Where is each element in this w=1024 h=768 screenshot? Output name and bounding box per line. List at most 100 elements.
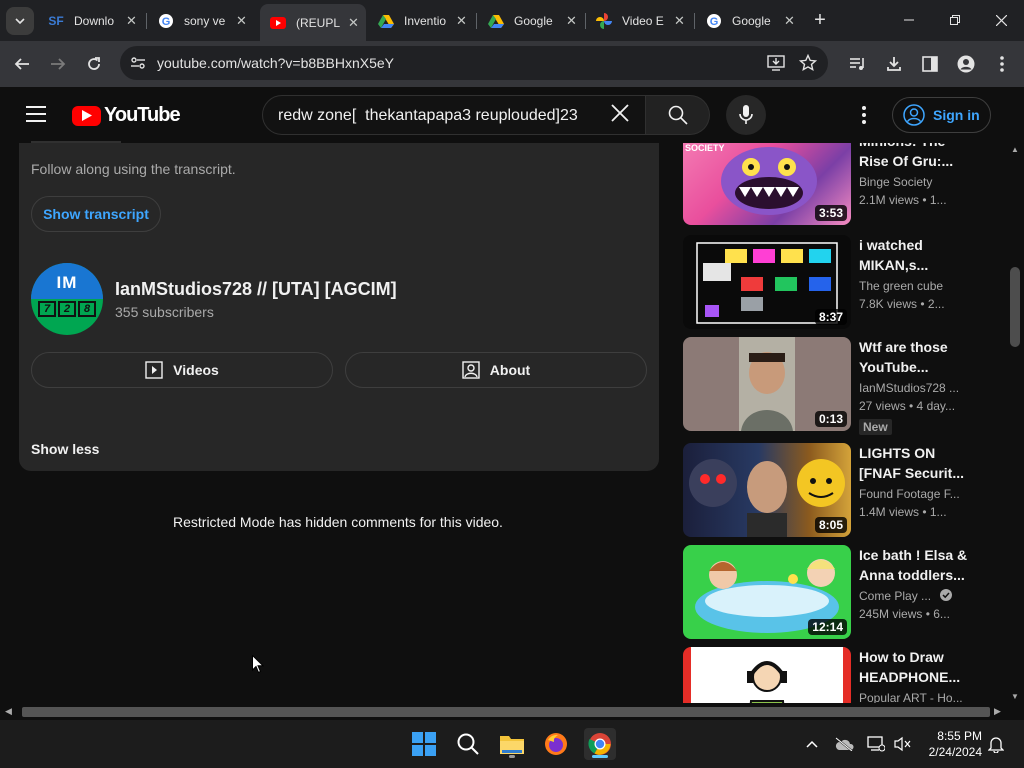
tab-google[interactable]: G Google ✕ [696,6,795,35]
start-button[interactable] [408,728,440,760]
close-icon[interactable]: ✕ [566,13,577,29]
close-icon[interactable]: ✕ [236,13,247,29]
media-controls-button[interactable] [844,50,872,78]
search-button[interactable] [646,95,710,135]
menu-icon[interactable] [26,106,46,122]
search-input[interactable]: redw zone[ thekantapapa3 reuplouded]23 [262,95,646,135]
tab-photos-video[interactable]: Video E ✕ [586,6,685,35]
video-meta: 7.8K views • 2... [859,297,945,311]
youtube-icon [270,15,286,31]
tab-google-search[interactable]: G sony ve ✕ [148,6,247,35]
video-title[interactable]: i watched MIKAN,s... [859,235,971,275]
scroll-down-icon[interactable]: ▼ [1011,692,1019,701]
video-channel[interactable]: IanMStudios728 ... [859,381,959,395]
close-icon[interactable]: ✕ [456,13,467,29]
scrollbar-thumb[interactable] [22,707,990,717]
new-tab-button[interactable]: + [808,8,832,32]
queue-music-icon [850,58,864,70]
video-thumbnail[interactable]: 8:05 [683,443,851,537]
active-indicator [592,755,608,758]
related-video[interactable]: 8:37 i watched MIKAN,s... The green cube… [683,235,983,331]
video-meta: 245M views • 6... [859,607,950,621]
horizontal-scrollbar[interactable]: ◀ ▶ [0,703,1024,720]
related-video[interactable]: SOCIETY 3:53 Minions: The Rise Of Gru:..… [683,143,983,227]
video-channel[interactable]: Binge Society [859,175,932,189]
clear-search-button[interactable] [610,103,630,128]
video-channel[interactable]: Come Play ... [859,589,953,604]
about-button[interactable]: About [345,352,647,388]
show-less-button[interactable]: Show less [31,441,99,457]
profile-button[interactable] [952,50,980,78]
address-bar[interactable]: youtube.com/watch?v=b8BBHxnX5eY [120,46,828,80]
tab-sourceforge[interactable]: SF Downlo ✕ [38,6,137,35]
channel-name[interactable]: IanMStudios728 // [UTA] [AGCIM] [115,279,397,300]
install-app-icon[interactable] [767,55,785,76]
sign-in-button[interactable]: Sign in [892,97,991,133]
video-thumbnail[interactable]: 12:14 [683,545,851,639]
show-transcript-button[interactable]: Show transcript [31,196,161,232]
video-title[interactable]: LIGHTS ON [FNAF Securit... [859,443,971,483]
youtube-wordmark: YouTube [104,104,181,126]
tab-search-button[interactable] [6,7,34,35]
onedrive-icon[interactable] [834,734,854,754]
volume-muted-icon[interactable] [892,734,912,754]
youtube-logo[interactable]: YouTube [72,104,181,127]
scroll-right-icon[interactable]: ▶ [994,706,1001,717]
close-window-button[interactable] [978,0,1024,40]
network-icon[interactable] [866,734,886,754]
reload-button[interactable] [80,50,108,78]
back-button[interactable] [8,50,36,78]
tab-separator [476,13,477,29]
related-video[interactable]: 12:14 Ice bath ! Elsa & Anna toddlers...… [683,545,983,641]
videos-button[interactable]: Videos [31,352,333,388]
side-panel-button[interactable] [916,50,944,78]
clock[interactable]: 8:55 PM 2/24/2024 [922,728,982,760]
notifications-button[interactable] [986,734,1006,754]
video-thumbnail[interactable]: 0:13 [683,337,851,431]
video-thumbnail[interactable]: 8:37 [683,235,851,329]
video-title[interactable]: Minions: The Rise Of Gru:... [859,143,971,171]
close-icon[interactable]: ✕ [784,13,795,29]
forward-button[interactable] [44,50,72,78]
tab-youtube-active[interactable]: (REUPL ✕ [260,4,366,41]
scroll-left-icon[interactable]: ◀ [5,706,12,717]
video-channel[interactable]: Found Footage F... [859,487,960,501]
downloads-button[interactable] [880,50,908,78]
chrome-menu-button[interactable] [988,50,1016,78]
related-video[interactable]: How to Draw HEADPHONE... Popular ART - H… [683,647,983,703]
tab-drive-google[interactable]: Google ✕ [478,6,577,35]
minimize-button[interactable] [886,0,932,40]
close-icon[interactable]: ✕ [674,13,685,29]
scrollbar-thumb[interactable] [1010,267,1020,347]
video-thumbnail[interactable] [683,647,851,703]
bookmark-star-icon[interactable] [798,53,818,77]
chrome-taskbar-button[interactable] [584,728,616,760]
scroll-up-icon[interactable]: ▲ [1011,145,1019,154]
windows-logo-icon [412,732,436,756]
restore-button[interactable] [932,0,978,40]
close-icon[interactable]: ✕ [348,15,359,31]
channel-avatar[interactable]: IM 7 2 8 [31,263,103,335]
video-title[interactable]: Ice bath ! Elsa & Anna toddlers... [859,545,971,585]
clock-date: 2/24/2024 [928,745,982,759]
search-taskbar-button[interactable] [452,728,484,760]
related-video[interactable]: 0:13 Wtf are those YouTube... IanMStudio… [683,337,983,435]
tab-drive-invention[interactable]: Inventio ✕ [368,6,467,35]
file-explorer-button[interactable] [496,728,528,760]
close-icon[interactable]: ✕ [126,13,137,29]
voice-search-button[interactable] [726,95,766,135]
browser-tab-strip: SF Downlo ✕ G sony ve ✕ (REUPL ✕ Inventi… [0,0,1024,41]
running-indicator [509,755,515,758]
firefox-button[interactable] [540,728,572,760]
video-channel[interactable]: The green cube [859,279,943,293]
folder-icon [500,736,524,754]
vertical-scrollbar[interactable]: ▲ ▼ [1006,143,1024,703]
video-thumbnail[interactable]: SOCIETY 3:53 [683,143,851,225]
show-hidden-icons-button[interactable] [802,734,822,754]
settings-menu-button[interactable] [852,103,876,127]
video-channel[interactable]: Popular ART - Ho... [859,691,963,703]
related-video[interactable]: 8:05 LIGHTS ON [FNAF Securit... Found Fo… [683,443,983,539]
video-title[interactable]: How to Draw HEADPHONE... [859,647,971,687]
video-title[interactable]: Wtf are those YouTube... [859,337,971,377]
site-info-icon[interactable] [130,55,146,76]
